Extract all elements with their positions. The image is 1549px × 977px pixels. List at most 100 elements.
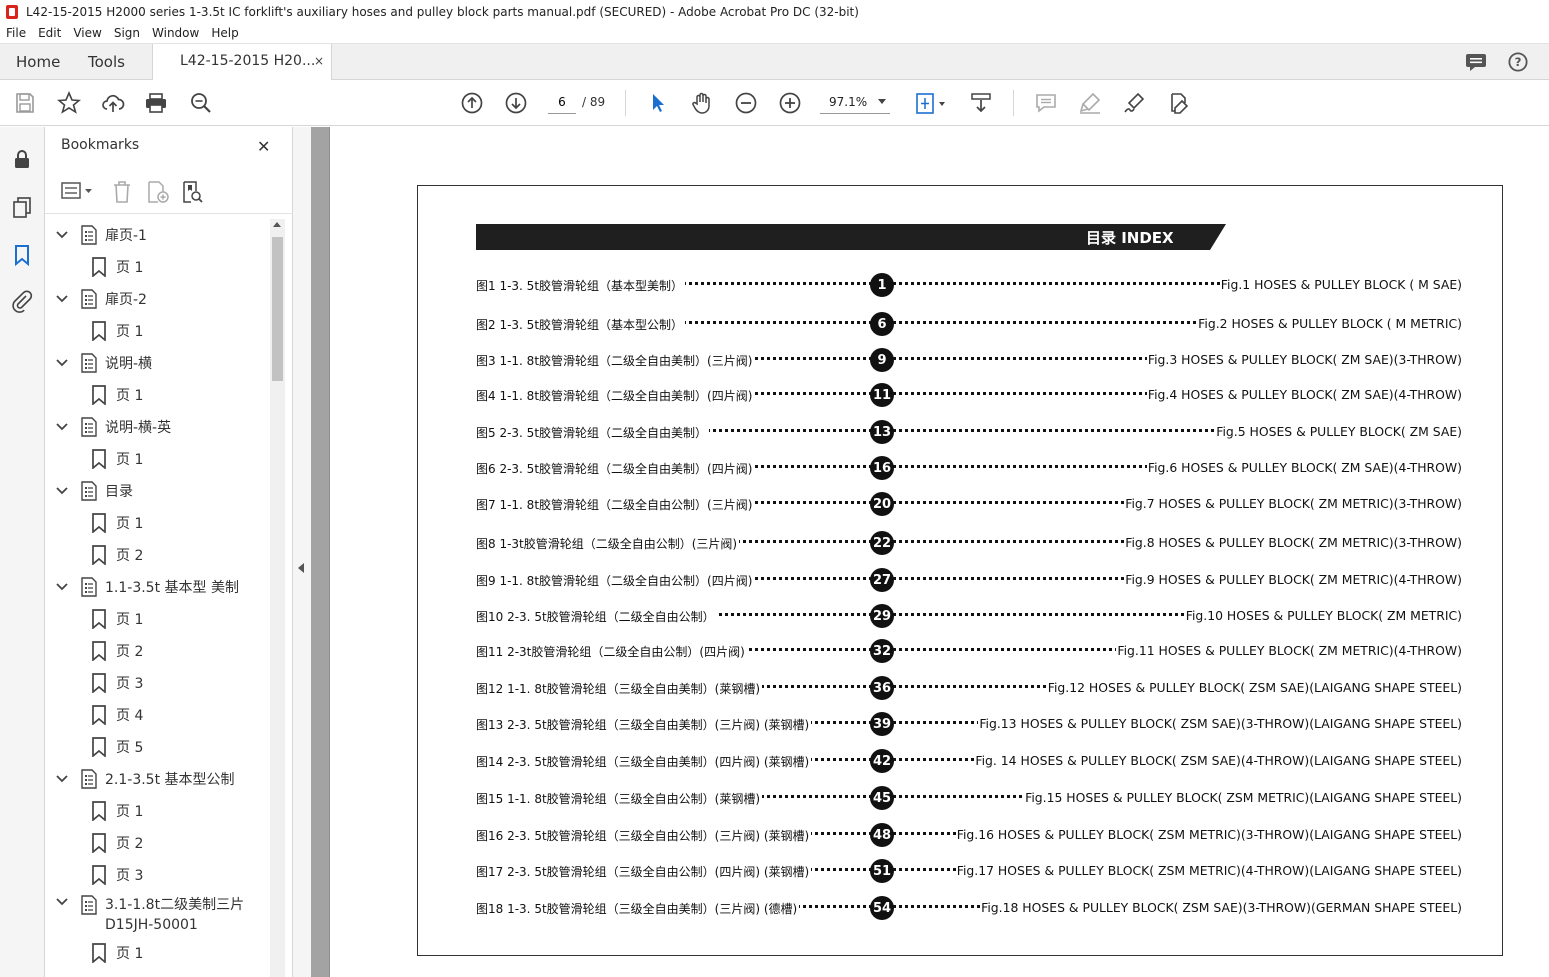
zoom-out-icon[interactable] (733, 90, 759, 116)
chevron-down-icon[interactable] (55, 420, 69, 434)
bookmark-panel-icon[interactable] (10, 243, 34, 267)
bookmark-icon (92, 943, 106, 963)
bookmark-page[interactable]: 页 2 (91, 639, 143, 663)
menu-window[interactable]: Window (146, 26, 205, 40)
zoom-level-select[interactable]: 97.1% (820, 90, 890, 114)
attachment-icon[interactable] (10, 289, 34, 313)
chevron-down-icon[interactable] (55, 356, 69, 370)
bookmark-page[interactable]: 页 1 (91, 511, 143, 535)
bookmark-options-icon[interactable] (61, 180, 95, 202)
tab-close-button[interactable]: × (314, 54, 324, 68)
help-icon[interactable]: ? (1507, 52, 1529, 72)
fill-sign-icon[interactable] (1165, 90, 1191, 116)
draw-sign-icon[interactable] (1121, 90, 1147, 116)
add-comment-icon[interactable] (1033, 90, 1059, 116)
delete-bookmark-icon[interactable] (111, 180, 133, 204)
index-entry[interactable]: 图18 1-3. 5t胶管滑轮组（三级全自由美制）(三片阀) (德槽) 54 Fig… (476, 896, 1462, 920)
index-entry[interactable]: 图13 2-3. 5t胶管滑轮组（三级全自由美制）(三片阀) (莱钢槽) 39 Fi… (476, 712, 1462, 736)
bookmark-section[interactable]: 3.1-1.8t二级美制三片 D15JH-50001 (55, 895, 244, 937)
lock-icon[interactable] (10, 147, 34, 171)
index-entry[interactable]: 图16 2-3. 5t胶管滑轮组（三级全自由公制）(三片阀) (莱钢槽) 48 Fi… (476, 823, 1462, 847)
index-entry[interactable]: 图4 1-1. 8t胶管滑轮组（二级全自由美制）(四片阀) 11 Fig.4 HOS… (476, 383, 1462, 407)
bookmark-label: 3.1-1.8t二级美制三片 D15JH-50001 (105, 897, 245, 933)
select-arrow-icon[interactable] (645, 90, 671, 116)
hand-tool-icon[interactable] (689, 90, 715, 116)
menu-help[interactable]: Help (205, 26, 244, 40)
index-entry[interactable]: 图11 2-3t胶管滑轮组（二级全自由公制）(四片阀) 32 Fig.11 HOSE… (476, 639, 1462, 663)
menu-edit[interactable]: Edit (32, 26, 67, 40)
bookmark-page[interactable]: 页 1 (91, 941, 143, 965)
index-entry[interactable]: 图12 1-1. 8t胶管滑轮组（三级全自由美制）(莱钢槽) 36 Fig.12 H… (476, 676, 1462, 700)
menu-file[interactable]: File (0, 26, 32, 40)
bookmark-label: 1.1-3.5t 基本型 美制 (105, 580, 239, 596)
bookmark-section[interactable]: 2.1-3.5t 基本型公制 (55, 767, 235, 791)
index-entry[interactable]: 图15 1-1. 8t胶管滑轮组（三级全自由公制）(莱钢槽) 45 Fig.15 H… (476, 786, 1462, 810)
chevron-down-icon[interactable] (55, 772, 69, 786)
bookmark-section[interactable]: 1.1-3.5t 基本型 美制 (55, 575, 239, 599)
close-icon[interactable]: ✕ (257, 137, 270, 156)
bookmarks-scrollbar[interactable] (270, 219, 285, 977)
index-entry[interactable]: 图6 2-3. 5t胶管滑轮组（二级全自由美制）(四片阀) 16 Fig.6 HOS… (476, 456, 1462, 480)
bookmark-page[interactable]: 页 1 (91, 607, 143, 631)
chevron-down-icon[interactable] (55, 228, 69, 242)
index-entry[interactable]: 图17 2-3. 5t胶管滑轮组（三级全自由公制）(四片阀) (莱钢槽) 51 Fi… (476, 859, 1462, 883)
next-page-icon[interactable] (503, 90, 529, 116)
index-entry[interactable]: 图1 1-3. 5t胶管滑轮组（基本型美制） 1 Fig.1 HOSES & PUL… (476, 273, 1462, 297)
highlight-pen-icon[interactable] (1077, 90, 1103, 116)
bookmark-page[interactable]: 页 2 (91, 543, 143, 567)
zoom-in-icon[interactable] (777, 90, 803, 116)
index-entry[interactable]: 图5 2-3. 5t胶管滑轮组（二级全自由美制） 13 Fig.5 HOSES & … (476, 420, 1462, 444)
bookmark-section[interactable]: 扉页-1 (55, 223, 147, 247)
bookmark-page[interactable]: 页 2 (91, 831, 143, 855)
scroll-mode-icon[interactable] (968, 90, 994, 116)
chevron-down-icon[interactable] (55, 484, 69, 498)
bookmark-page[interactable]: 页 1 (91, 799, 143, 823)
bookmark-label: 页 3 (116, 868, 144, 884)
bookmark-page[interactable]: 页 5 (91, 735, 143, 759)
menu-view[interactable]: View (67, 26, 107, 40)
bookmark-search-icon[interactable] (181, 180, 205, 204)
previous-page-icon[interactable] (459, 90, 485, 116)
bookmark-section[interactable]: 说明-横-英 (55, 415, 171, 439)
zoom-search-icon[interactable] (188, 90, 214, 116)
index-entry[interactable]: 图2 1-3. 5t胶管滑轮组（基本型公制） 6 Fig.2 HOSES & PUL… (476, 312, 1462, 336)
index-entry[interactable]: 图9 1-1. 8t胶管滑轮组（二级全自由公制）(四片阀) 27 Fig.9 HOS… (476, 568, 1462, 592)
save-icon[interactable] (12, 90, 38, 116)
tab-document[interactable]: L42-15-2015 H20... (152, 44, 332, 81)
index-entry[interactable]: 图3 1-1. 8t胶管滑轮组（二级全自由美制）(三片阀) 9 Fig.3 HOSE… (476, 348, 1462, 372)
new-bookmark-icon[interactable] (146, 180, 170, 204)
bookmark-page[interactable]: 页 1 (91, 447, 143, 471)
comment-icon[interactable] (1465, 52, 1487, 72)
chevron-down-icon[interactable] (55, 292, 69, 306)
page-thumbnails-icon[interactable] (10, 195, 34, 219)
index-entry[interactable]: 图7 1-1. 8t胶管滑轮组（二级全自由公制）(三片阀) 20 Fig.7 HOS… (476, 492, 1462, 516)
bookmark-page[interactable]: 页 1 (91, 255, 143, 279)
bookmark-page[interactable]: 页 1 (91, 319, 143, 343)
bookmark-icon (92, 449, 106, 469)
panel-collapse-handle[interactable] (293, 127, 311, 977)
tab-tools[interactable]: Tools (88, 53, 125, 71)
index-entry[interactable]: 图10 2-3. 5t胶管滑轮组（二级全自由公制） 29 Fig.10 HOSES … (476, 604, 1462, 628)
bookmark-section[interactable]: 扉页-2 (55, 287, 147, 311)
entry-english-title: Fig.3 HOSES & PULLEY BLOCK( ZM SAE)(3-TH… (1146, 352, 1462, 367)
fit-page-icon[interactable] (913, 90, 949, 116)
bookmark-page[interactable]: 页 4 (91, 703, 143, 727)
star-icon[interactable] (56, 90, 82, 116)
page-number-input[interactable] (548, 90, 576, 114)
collapse-arrow-icon[interactable] (298, 563, 304, 573)
print-icon[interactable] (143, 90, 169, 116)
scroll-up-arrow-icon[interactable] (273, 222, 281, 227)
index-entry[interactable]: 图8 1-3t胶管滑轮组（二级全自由公制）(三片阀) 22 Fig.8 HOSES … (476, 531, 1462, 555)
index-entry[interactable]: 图14 2-3. 5t胶管滑轮组（三级全自由美制）(四片阀) (莱钢槽) 42 Fi… (476, 749, 1462, 773)
menu-sign[interactable]: Sign (108, 26, 146, 40)
bookmark-page[interactable]: 页 3 (91, 671, 143, 695)
bookmark-section[interactable]: 目录 (55, 479, 133, 503)
tab-home[interactable]: Home (16, 53, 60, 71)
chevron-down-icon[interactable] (55, 580, 69, 594)
bookmark-page[interactable]: 页 1 (91, 383, 143, 407)
bookmark-page[interactable]: 页 3 (91, 863, 143, 887)
upload-cloud-icon[interactable] (100, 90, 126, 116)
scrollbar-thumb[interactable] (272, 237, 283, 381)
bookmark-section[interactable]: 说明-横 (55, 351, 152, 375)
chevron-down-icon[interactable] (55, 895, 69, 909)
